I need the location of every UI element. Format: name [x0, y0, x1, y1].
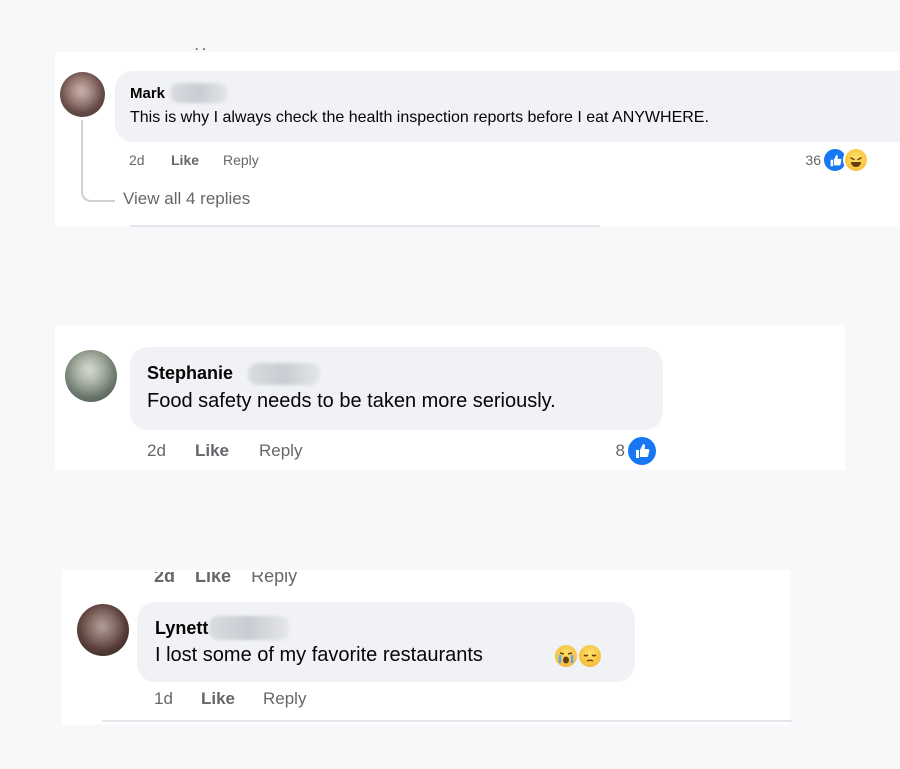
comment-panel-1: · · Mark This is why I always check the …	[55, 42, 900, 227]
redacted-surname	[248, 363, 320, 385]
comment-author[interactable]: Lynett	[155, 618, 208, 639]
comment-text: I lost some of my favorite restaurants	[155, 644, 483, 666]
haha-icon	[843, 147, 869, 173]
comment-time[interactable]: 2d	[129, 152, 145, 168]
cut-off-meta-row: 2d Like Reply	[154, 572, 298, 586]
like-button[interactable]: Like	[171, 152, 199, 168]
comment-bubble: Lynett I lost some of my favorite restau…	[137, 602, 635, 682]
divider	[130, 225, 600, 227]
crying-face-emoji	[555, 645, 577, 667]
comment-text: This is why I always check the health in…	[130, 109, 709, 126]
comment-author[interactable]: Stephanie	[147, 363, 233, 384]
reply-button[interactable]: Reply	[263, 689, 306, 709]
redacted-surname	[209, 616, 289, 640]
cut-off-text: · ·	[195, 42, 207, 50]
reaction-count[interactable]: 36	[783, 152, 821, 168]
view-replies-link[interactable]: View all 4 replies	[123, 189, 250, 209]
divider	[102, 720, 792, 722]
comment-panel-3: 2d Like Reply Lynett I lost some of my f…	[62, 570, 792, 725]
redacted-surname	[170, 83, 228, 103]
reply-button[interactable]: Reply	[223, 152, 259, 168]
comment-text: Food safety needs to be taken more serio…	[147, 390, 556, 412]
comment-time[interactable]: 2d	[147, 441, 166, 461]
comment-bubble: Mark This is why I always check the heal…	[115, 71, 900, 142]
reply-button[interactable]: Reply	[259, 441, 302, 461]
avatar[interactable]	[65, 350, 117, 402]
comment-author[interactable]: Mark	[130, 85, 165, 102]
reaction-count[interactable]: 8	[595, 441, 625, 461]
comment-panel-2: Stephanie Food safety needs to be taken …	[55, 325, 845, 470]
comment-bubble: Stephanie Food safety needs to be taken …	[130, 347, 663, 430]
like-button[interactable]: Like	[201, 689, 235, 709]
comment-time[interactable]: 1d	[154, 689, 173, 709]
like-icon	[626, 435, 658, 467]
pensive-face-emoji	[579, 645, 601, 667]
avatar[interactable]	[77, 604, 129, 656]
like-button[interactable]: Like	[195, 441, 229, 461]
avatar[interactable]	[60, 72, 105, 117]
reply-thread-line	[81, 120, 115, 202]
